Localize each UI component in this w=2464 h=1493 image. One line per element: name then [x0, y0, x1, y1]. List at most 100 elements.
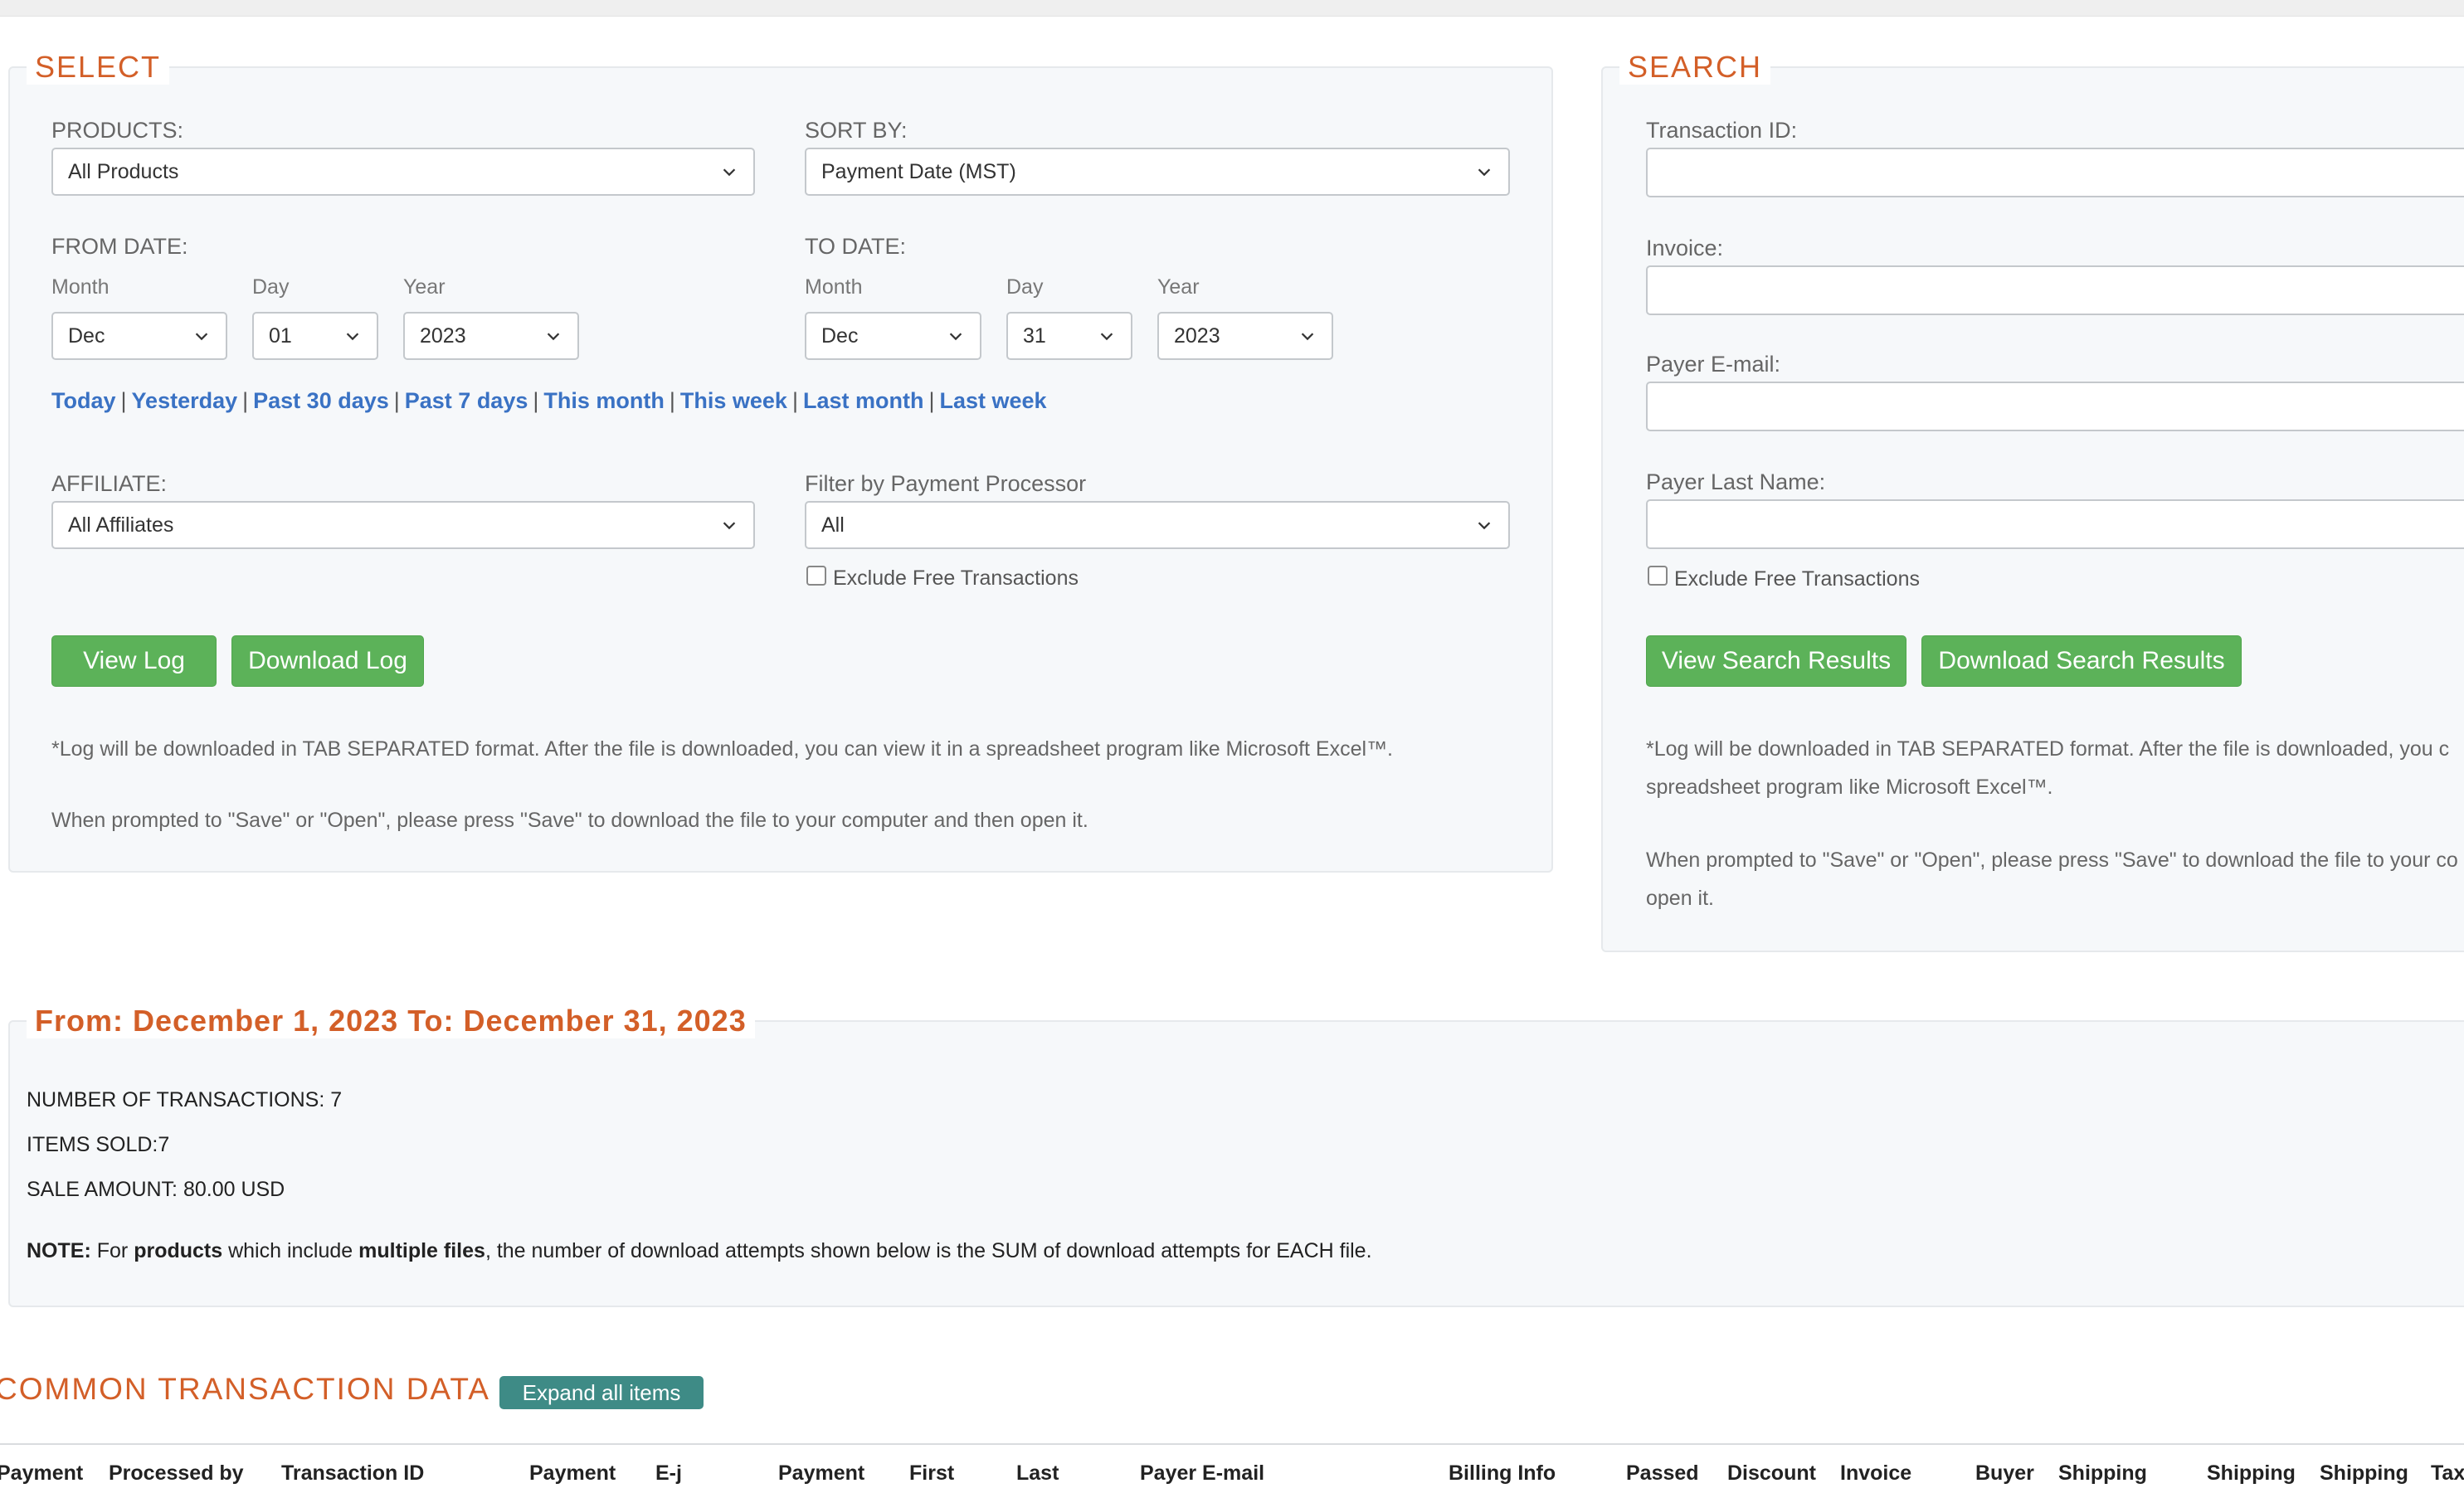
transaction-id-label: Transaction ID:	[1646, 118, 1798, 143]
to-day-select[interactable]: 31	[1006, 312, 1132, 360]
column-header-payment[interactable]: Payment	[0, 1461, 83, 1486]
download-attempts-note: NOTE: For products which include multipl…	[27, 1239, 1372, 1263]
sort-by-select[interactable]: Payment Date (MST)	[805, 148, 1510, 196]
chevron-down-icon	[1301, 333, 1314, 341]
products-select-value: All Products	[68, 159, 179, 183]
exclude-free-label: Exclude Free Transactions	[833, 567, 1079, 590]
invoice-input[interactable]	[1646, 265, 2464, 315]
search-exclude-free-checkbox[interactable]	[1648, 566, 1668, 586]
view-search-results-button[interactable]: View Search Results	[1646, 635, 1906, 687]
products-select[interactable]: All Products	[51, 148, 755, 196]
from-day-label: Day	[252, 275, 290, 299]
column-header-first[interactable]: First	[909, 1461, 954, 1486]
from-month-value: Dec	[68, 323, 105, 348]
select-legend: SELECT	[27, 50, 170, 85]
quick-link-past-30-days[interactable]: Past 30 days	[253, 388, 389, 413]
to-year-value: 2023	[1174, 323, 1220, 348]
note-bold-multiple-files: multiple files	[358, 1239, 485, 1262]
number-of-transactions: NUMBER OF TRANSACTIONS: 7	[27, 1088, 343, 1111]
column-header-payer-email[interactable]: Payer E-mail	[1140, 1461, 1264, 1486]
search-note-save-line1: When prompted to "Save" or "Open", pleas…	[1646, 849, 2458, 872]
quick-link-separator: |	[120, 388, 127, 413]
from-month-label: Month	[51, 275, 110, 299]
chevron-down-icon	[1100, 333, 1113, 341]
search-note-format-line1: *Log will be downloaded in TAB SEPARATED…	[1646, 737, 2450, 761]
column-header-tax[interactable]: Tax	[2431, 1461, 2464, 1486]
download-log-button[interactable]: Download Log	[231, 635, 424, 687]
column-header-buyer[interactable]: Buyer	[1975, 1461, 2034, 1486]
note-text-3: , the number of download attempts shown …	[485, 1239, 1372, 1262]
from-year-label: Year	[403, 275, 446, 299]
products-label: PRODUCTS:	[51, 118, 184, 143]
select-note-save: When prompted to "Save" or "Open", pleas…	[51, 809, 1088, 832]
view-log-button[interactable]: View Log	[51, 635, 217, 687]
search-legend: SEARCH	[1619, 50, 1771, 85]
quick-link-separator: |	[393, 388, 400, 413]
payment-processor-label: Filter by Payment Processor	[805, 471, 1087, 496]
quick-link-last-month[interactable]: Last month	[803, 388, 924, 413]
column-header-discount[interactable]: Discount	[1727, 1461, 1816, 1486]
sort-by-select-value: Payment Date (MST)	[821, 159, 1016, 183]
to-year-label: Year	[1157, 275, 1200, 299]
expand-all-items-button[interactable]: Expand all items	[499, 1376, 704, 1409]
from-day-select[interactable]: 01	[252, 312, 378, 360]
chevron-down-icon	[949, 333, 962, 341]
note-bold-products: products	[134, 1239, 223, 1262]
quick-link-past-7-days[interactable]: Past 7 days	[405, 388, 528, 413]
quick-link-separator: |	[928, 388, 935, 413]
column-header-last[interactable]: Last	[1016, 1461, 1059, 1486]
note-text-1: For	[90, 1239, 134, 1262]
column-header-invoice[interactable]: Invoice	[1840, 1461, 1911, 1486]
quick-link-yesterday[interactable]: Yesterday	[132, 388, 238, 413]
chevron-down-icon	[1478, 522, 1491, 530]
quick-link-separator: |	[791, 388, 798, 413]
payer-email-input[interactable]	[1646, 382, 2464, 431]
browser-top-strip	[0, 0, 2464, 17]
column-header-shipping[interactable]: Shipping	[2320, 1461, 2408, 1486]
payer-last-name-label: Payer Last Name:	[1646, 469, 1826, 494]
to-month-value: Dec	[821, 323, 859, 348]
quick-link-today[interactable]: Today	[51, 388, 116, 413]
affiliate-select-value: All Affiliates	[68, 513, 174, 537]
column-header-payment[interactable]: Payment	[778, 1461, 864, 1486]
quick-link-this-month[interactable]: This month	[543, 388, 664, 413]
from-year-value: 2023	[420, 323, 466, 348]
from-year-select[interactable]: 2023	[403, 312, 579, 360]
payer-email-label: Payer E-mail:	[1646, 352, 1781, 377]
exclude-free-checkbox[interactable]	[806, 566, 826, 586]
to-year-select[interactable]: 2023	[1157, 312, 1333, 360]
from-month-select[interactable]: Dec	[51, 312, 227, 360]
column-header-shipping[interactable]: Shipping	[2058, 1461, 2147, 1486]
common-transaction-data-title: COMMON TRANSACTION DATA	[0, 1372, 490, 1406]
payment-processor-value: All	[821, 513, 845, 537]
payment-processor-select[interactable]: All	[805, 501, 1510, 549]
column-header-processed-by[interactable]: Processed by	[109, 1461, 244, 1486]
column-header-transaction-id[interactable]: Transaction ID	[281, 1461, 424, 1486]
column-header-e-j[interactable]: E-j	[655, 1461, 682, 1486]
to-month-select[interactable]: Dec	[805, 312, 981, 360]
quick-link-last-week[interactable]: Last week	[939, 388, 1046, 413]
column-header-billing-info[interactable]: Billing Info	[1449, 1461, 1556, 1486]
quick-link-separator: |	[533, 388, 539, 413]
download-search-results-button[interactable]: Download Search Results	[1921, 635, 2242, 687]
search-note-save-line2: open it.	[1646, 887, 1715, 910]
affiliate-select[interactable]: All Affiliates	[51, 501, 755, 549]
chevron-down-icon	[723, 168, 736, 177]
to-date-label: TO DATE:	[805, 234, 907, 259]
column-header-shipping[interactable]: Shipping	[2207, 1461, 2296, 1486]
chevron-down-icon	[346, 333, 359, 341]
quick-link-separator: |	[669, 388, 675, 413]
affiliate-label: AFFILIATE:	[51, 471, 168, 496]
sort-by-label: SORT BY:	[805, 118, 908, 143]
to-day-label: Day	[1006, 275, 1044, 299]
sale-amount: SALE AMOUNT: 80.00 USD	[27, 1178, 285, 1201]
from-day-value: 01	[269, 323, 292, 348]
column-header-payment[interactable]: Payment	[529, 1461, 616, 1486]
transaction-id-input[interactable]	[1646, 148, 2464, 197]
from-date-label: FROM DATE:	[51, 234, 188, 259]
quick-link-this-week[interactable]: This week	[680, 388, 787, 413]
column-header-passed[interactable]: Passed	[1626, 1461, 1699, 1486]
chevron-down-icon	[195, 333, 208, 341]
payer-last-name-input[interactable]	[1646, 499, 2464, 549]
summary-panel: From: December 1, 2023 To: December 31, …	[8, 1004, 2464, 1307]
